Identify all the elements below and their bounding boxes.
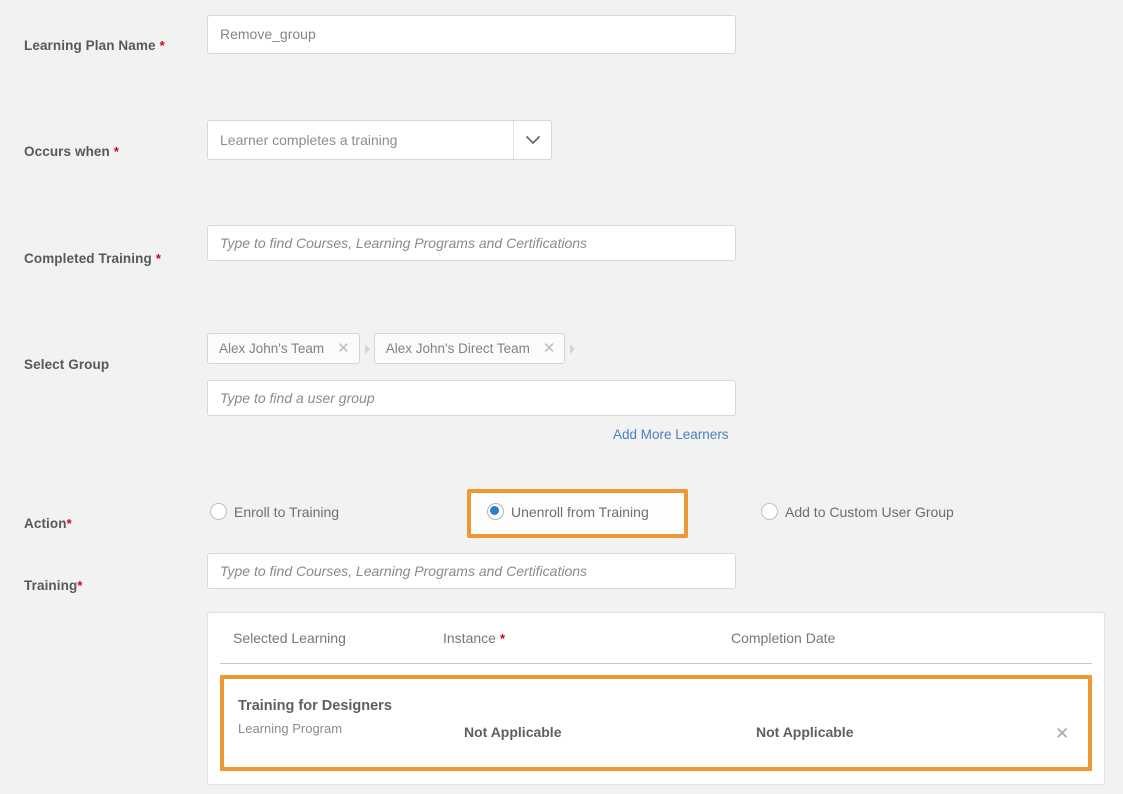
learning-plan-name-label: Learning Plan Name * [24,38,165,53]
occurs-when-required-marker: * [113,144,120,159]
completed-training-label: Completed Training * [24,251,161,266]
occurs-when-label: Occurs when * [24,144,119,159]
select-group-label: Select Group [24,357,113,372]
cell-selected-learning-title: Training for Designers [238,698,392,714]
table-column-completion-date: Completion Date [731,630,835,646]
chip-separator-arrow-icon [364,343,370,354]
training-label-text: Training [24,578,78,593]
cell-completion-date: Not Applicable [756,724,854,740]
learning-plan-name-input[interactable]: Remove_group [207,15,736,54]
group-chip-label: Alex John's Team [219,341,325,356]
cell-selected-learning-type: Learning Program [238,721,343,736]
training-label: Training* [24,578,82,593]
group-chip[interactable]: Alex John's Direct Team ✕ [373,333,566,364]
radio-enroll-to-training-label: Enroll to Training [234,503,340,520]
radio-selected-icon[interactable] [487,503,504,520]
radio-unenroll-from-training-label: Unenroll from Training [511,503,649,520]
learning-plan-form-page: Learning Plan Name * Remove_group Occurs … [0,0,1123,794]
table-column-selected-learning-label: Selected Learning [233,630,346,646]
learning-plan-name-required-marker: * [159,38,165,53]
action-label-text: Action [24,516,67,531]
table-column-instance-required-marker: * [499,630,505,646]
table-row[interactable]: Training for Designers Learning Program … [220,675,1092,771]
add-more-learners-link[interactable]: Add More Learners [613,427,729,442]
radio-add-to-custom-user-group-label: Add to Custom User Group [785,503,954,520]
chevron-down-icon[interactable] [513,121,551,159]
selected-learning-table: Selected Learning Instance * Completion D… [207,612,1105,785]
occurs-when-select[interactable]: Learner completes a training [207,120,552,160]
action-required-marker: * [66,516,72,531]
radio-unselected-icon[interactable] [761,503,778,520]
table-column-instance-label: Instance [443,630,496,646]
select-group-chip-list: Alex John's Team ✕ Alex John's Direct Te… [207,333,579,364]
occurs-when-label-text: Occurs when [24,144,110,159]
table-header-divider [220,663,1092,664]
radio-add-to-custom-user-group[interactable]: Add to Custom User Group [761,503,954,520]
training-required-marker: * [77,578,83,593]
action-label: Action* [24,516,72,531]
radio-unenroll-from-training[interactable]: Unenroll from Training [487,503,649,520]
completed-training-required-marker: * [155,251,161,266]
close-icon[interactable]: ✕ [543,341,556,356]
learning-plan-name-label-text: Learning Plan Name [24,38,156,53]
table-column-completion-date-label: Completion Date [731,630,836,646]
chip-separator-arrow-icon [570,343,576,354]
radio-enroll-to-training[interactable]: Enroll to Training [210,503,339,520]
select-group-input[interactable]: Type to find a user group [207,380,736,416]
group-chip[interactable]: Alex John's Team ✕ [207,333,360,364]
table-column-instance: Instance * [443,630,505,646]
cell-instance: Not Applicable [464,724,562,740]
completed-training-label-text: Completed Training [24,251,152,266]
occurs-when-selected-value: Learner completes a training [220,132,398,148]
select-group-label-text: Select Group [24,357,110,372]
close-icon[interactable]: ✕ [1055,725,1069,742]
completed-training-input[interactable]: Type to find Courses, Learning Programs … [207,225,736,261]
radio-unselected-icon[interactable] [210,503,227,520]
training-input[interactable]: Type to find Courses, Learning Programs … [207,553,736,589]
group-chip-label: Alex John's Direct Team [385,341,530,356]
close-icon[interactable]: ✕ [337,341,350,356]
table-column-selected-learning: Selected Learning [233,630,346,646]
